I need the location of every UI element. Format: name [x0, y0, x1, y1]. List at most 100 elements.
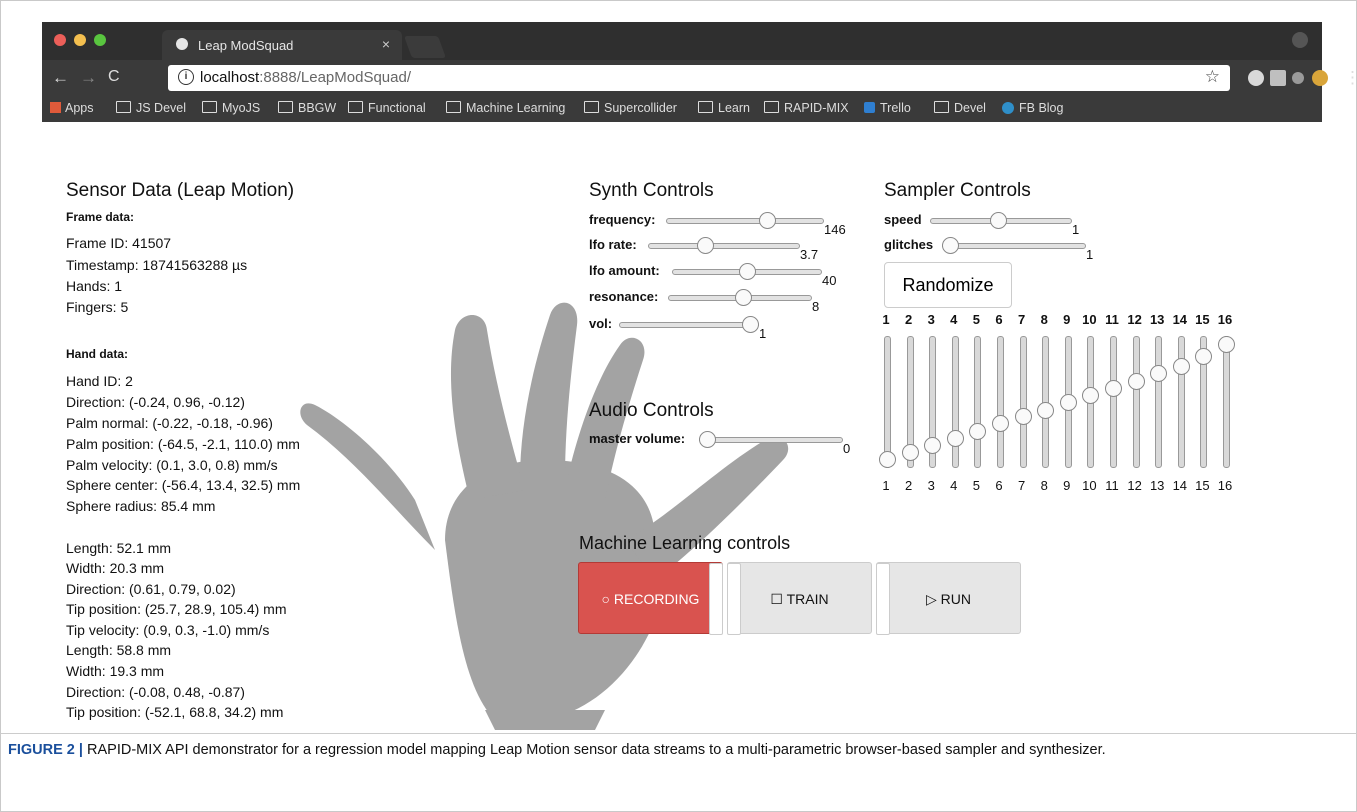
bookmark-js-devel[interactable]: JS Devel	[116, 101, 186, 115]
new-tab-button[interactable]	[403, 36, 447, 58]
synth-title: Synth Controls	[589, 180, 714, 201]
caption-divider	[0, 733, 1357, 734]
folder-icon	[764, 101, 779, 113]
tab-close-icon[interactable]: ×	[382, 36, 390, 52]
bookmark-devel[interactable]: Devel	[934, 101, 986, 115]
forward-arrow-icon[interactable]: →	[80, 68, 97, 88]
reload-icon[interactable]: C	[108, 68, 120, 86]
slider-label: speed	[884, 212, 922, 227]
back-arrow-icon[interactable]: ←	[52, 68, 69, 88]
menu-icon[interactable]: ⋮	[1344, 68, 1357, 88]
slider-thumb[interactable]	[699, 431, 716, 448]
slider-value: 3.7	[800, 247, 819, 262]
channel-fader-thumb[interactable]	[901, 444, 919, 462]
channel-fader-thumb[interactable]	[879, 451, 896, 468]
slider-value: 8	[812, 299, 820, 314]
wrist-shape	[485, 710, 605, 730]
channel-number-top: 13	[1149, 312, 1165, 327]
channel-number-top: 14	[1172, 312, 1188, 327]
extension-icon[interactable]	[1270, 70, 1286, 86]
url-input[interactable]: i localhost:8888/LeapModSquad/ ☆	[168, 65, 1230, 91]
slider-thumb[interactable]	[759, 212, 777, 229]
hand-line: Direction: (-0.24, 0.96, -0.12)	[66, 394, 245, 410]
bookmark-label: Functional	[368, 101, 426, 115]
channel-fader-thumb[interactable]	[1037, 401, 1055, 419]
randomize-button[interactable]: Randomize	[884, 262, 1012, 308]
bookmark-label: Machine Learning	[466, 101, 566, 115]
folder-icon	[934, 101, 949, 113]
channel-fader-track[interactable]	[974, 336, 982, 468]
trello-icon	[864, 102, 875, 113]
channel-fader-track[interactable]	[884, 336, 891, 468]
channel-fader-track[interactable]	[997, 336, 1004, 468]
channel-fader-thumb[interactable]	[1059, 393, 1077, 411]
bookmark-trello[interactable]: Trello	[864, 101, 911, 115]
slider-track[interactable]	[699, 437, 843, 443]
slider-track[interactable]	[942, 243, 1086, 249]
extension-icon[interactable]	[1312, 70, 1328, 86]
finger-line: Direction: (-0.08, 0.48, -0.87)	[66, 684, 245, 700]
slider-thumb[interactable]	[742, 316, 759, 333]
bookmark-myojs[interactable]: MyoJS	[202, 101, 260, 115]
channel-fader-thumb[interactable]	[946, 430, 964, 448]
channel-fader-track[interactable]	[1177, 336, 1185, 468]
hand-visualization	[300, 302, 789, 730]
recording-button[interactable]: ○ RECORDING	[578, 562, 723, 635]
bookmark-bbgw[interactable]: BBGW	[278, 101, 336, 115]
slider-track[interactable]	[619, 322, 759, 328]
channel-fader-thumb[interactable]	[1105, 379, 1122, 397]
channel-fader-thumb[interactable]	[1150, 364, 1168, 382]
bookmark-learn[interactable]: Learn	[698, 101, 750, 115]
bookmark-rapid-mix[interactable]: RAPID-MIX	[764, 101, 849, 115]
tab-title: Leap ModSquad	[198, 38, 294, 53]
channel-fader-track[interactable]	[1155, 336, 1163, 468]
train-button[interactable]: ☐ TRAIN	[727, 562, 872, 635]
slider-thumb[interactable]	[738, 263, 756, 280]
minimize-window-icon[interactable]	[74, 34, 86, 46]
zoom-window-icon[interactable]	[94, 34, 106, 46]
channel-fader-track[interactable]	[1019, 336, 1027, 468]
profile-icon[interactable]	[1292, 32, 1308, 48]
extension-icon[interactable]	[1248, 70, 1264, 86]
bookmark-functional[interactable]: Functional	[348, 101, 426, 115]
slider-thumb[interactable]	[990, 212, 1007, 229]
bookmark-supercollider[interactable]: Supercollider	[584, 101, 677, 115]
browser-tab[interactable]: Leap ModSquad ×	[162, 30, 402, 60]
close-window-icon[interactable]	[54, 34, 66, 46]
folder-icon	[584, 101, 599, 113]
slider-thumb[interactable]	[696, 237, 714, 254]
channel-fader-thumb[interactable]	[1082, 386, 1100, 404]
slider-value: 40	[822, 273, 837, 288]
sensor-title: Sensor Data (Leap Motion)	[66, 180, 295, 201]
channel-fader-track[interactable]	[951, 336, 959, 468]
finger-shape	[520, 302, 578, 480]
slider-track[interactable]	[666, 218, 824, 224]
slider-label: frequency:	[589, 212, 656, 227]
bookmark-machine-learning[interactable]: Machine Learning	[446, 101, 565, 115]
channel-number-bottom: 7	[1017, 478, 1026, 493]
bookmark-apps[interactable]: Apps	[50, 101, 94, 115]
channel-fader-track[interactable]	[1223, 336, 1230, 468]
slider-track[interactable]	[648, 243, 800, 249]
run-button[interactable]: ▷ RUN	[876, 562, 1021, 635]
channel-fader-thumb[interactable]	[1195, 347, 1213, 365]
channel-fader-thumb[interactable]	[1218, 336, 1235, 353]
address-toolbar: ← → C i localhost:8888/LeapModSquad/ ☆ ⋮	[42, 60, 1357, 96]
bookmark-fb-blog[interactable]: FB Blog	[1002, 101, 1063, 115]
slider-thumb[interactable]	[942, 237, 959, 254]
star-icon[interactable]: ☆	[1205, 67, 1220, 87]
hand-line: Hand ID: 2	[66, 373, 133, 389]
channel-fader-thumb[interactable]	[1172, 357, 1190, 375]
channel-fader-track[interactable]	[1132, 336, 1140, 468]
folder-icon	[202, 101, 217, 113]
channel-number-bottom: 13	[1149, 478, 1165, 493]
channel-fader-track[interactable]	[1110, 336, 1117, 468]
slider-label: resonance:	[589, 289, 659, 304]
extension-icon[interactable]	[1292, 72, 1304, 84]
slider-value: 1	[759, 326, 767, 341]
info-icon[interactable]: i	[178, 69, 194, 85]
hand-line: Palm normal: (-0.22, -0.18, -0.96)	[66, 415, 273, 431]
channel-fader-thumb[interactable]	[1127, 372, 1145, 390]
record-circle-icon: ○	[601, 591, 610, 607]
channel-fader-thumb[interactable]	[1014, 408, 1032, 426]
